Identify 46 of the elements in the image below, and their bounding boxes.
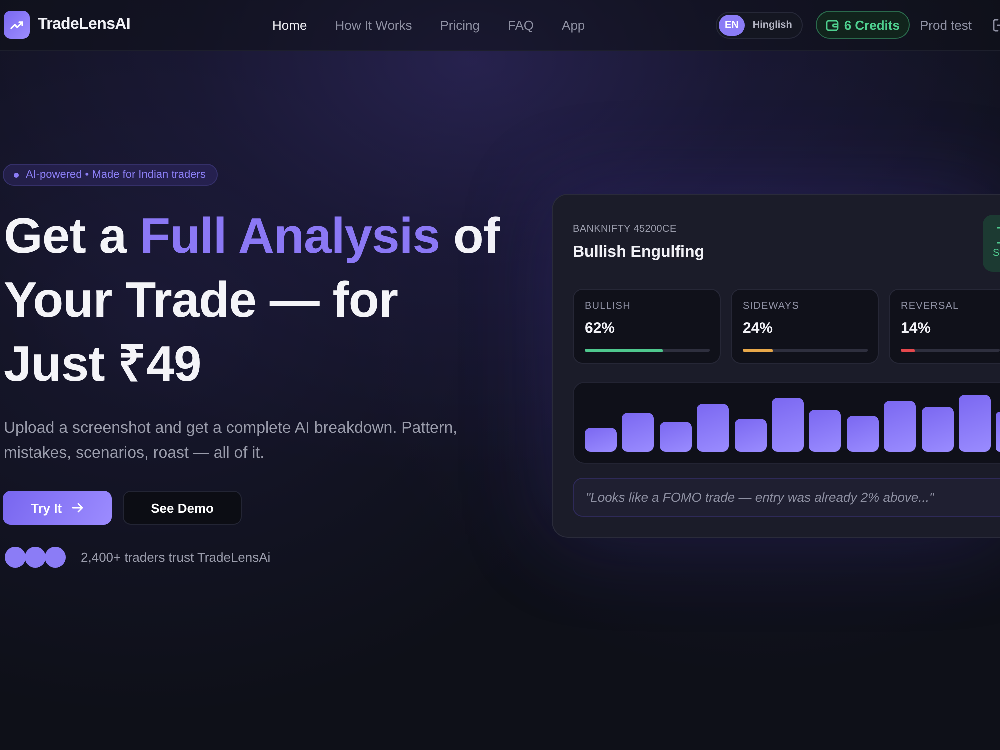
tagline-text: AI-powered • Made for Indian traders: [26, 169, 206, 181]
chart-bar: [660, 422, 692, 452]
avatar-icon: [25, 547, 46, 568]
chart-bar: [996, 412, 1000, 452]
chart-bar: [958, 395, 991, 452]
hero-heading: Get a Full Analysis of Your Trade — for Just ₹49: [4, 207, 502, 394]
chart-bar: [884, 401, 916, 452]
nav-link[interactable]: FAQ: [508, 18, 534, 32]
chart-bar: [585, 428, 617, 452]
pattern-title: Bullish Engulfing: [573, 243, 705, 263]
avatar-icon: [5, 547, 26, 568]
credits-button[interactable]: 6 Credits: [816, 11, 910, 39]
hero-subtitle: Upload a screenshot and get a complete AI breakdown. Pattern, mistakes, scenarios, roast — all of it.: [4, 419, 459, 464]
chart-bar: [772, 398, 804, 452]
chart-bar: [622, 413, 654, 452]
stat-value: 24%: [743, 319, 774, 339]
arrow-right-icon: [72, 503, 84, 513]
user-name[interactable]: Prod test: [920, 18, 972, 32]
brand-name[interactable]: TradeLensAI: [38, 16, 131, 34]
language-option[interactable]: Hinglish: [744, 14, 800, 36]
chart-bar: [734, 419, 767, 452]
chart-bar: [846, 416, 879, 452]
ticker-label: BANKNIFTY 45200CE: [573, 223, 678, 237]
nav-link[interactable]: App: [562, 18, 586, 32]
dot-icon: [14, 172, 19, 178]
language-option[interactable]: EN: [718, 14, 745, 36]
stat-value: 14%: [901, 319, 932, 339]
score-badge: S: [983, 215, 1000, 272]
stat-value: 62%: [585, 319, 616, 339]
avatar-icon: [45, 547, 66, 568]
quote-text: "Looks like a FOMO trade — entry was already 2% above...": [586, 490, 934, 505]
exit-icon[interactable]: [993, 18, 1000, 32]
nav-link[interactable]: Home: [272, 18, 308, 32]
wallet-icon: [826, 18, 840, 32]
stat-label: REVERSAL: [901, 300, 960, 314]
chart-bar: [697, 404, 730, 452]
trust-text: 2,400+ traders trust TradeLensAi: [81, 550, 271, 565]
chart-bar: [809, 410, 842, 452]
chart-bar: [922, 407, 954, 452]
nav-link[interactable]: How It Works: [335, 18, 412, 32]
try-button[interactable]: Try It: [3, 491, 112, 525]
stat-label: SIDEWAYS: [743, 300, 800, 314]
demo-button[interactable]: See Demo: [123, 491, 242, 525]
nav-link[interactable]: Pricing: [440, 18, 480, 32]
stat-label: BULLISH: [585, 300, 631, 314]
logo-icon: [4, 11, 30, 39]
